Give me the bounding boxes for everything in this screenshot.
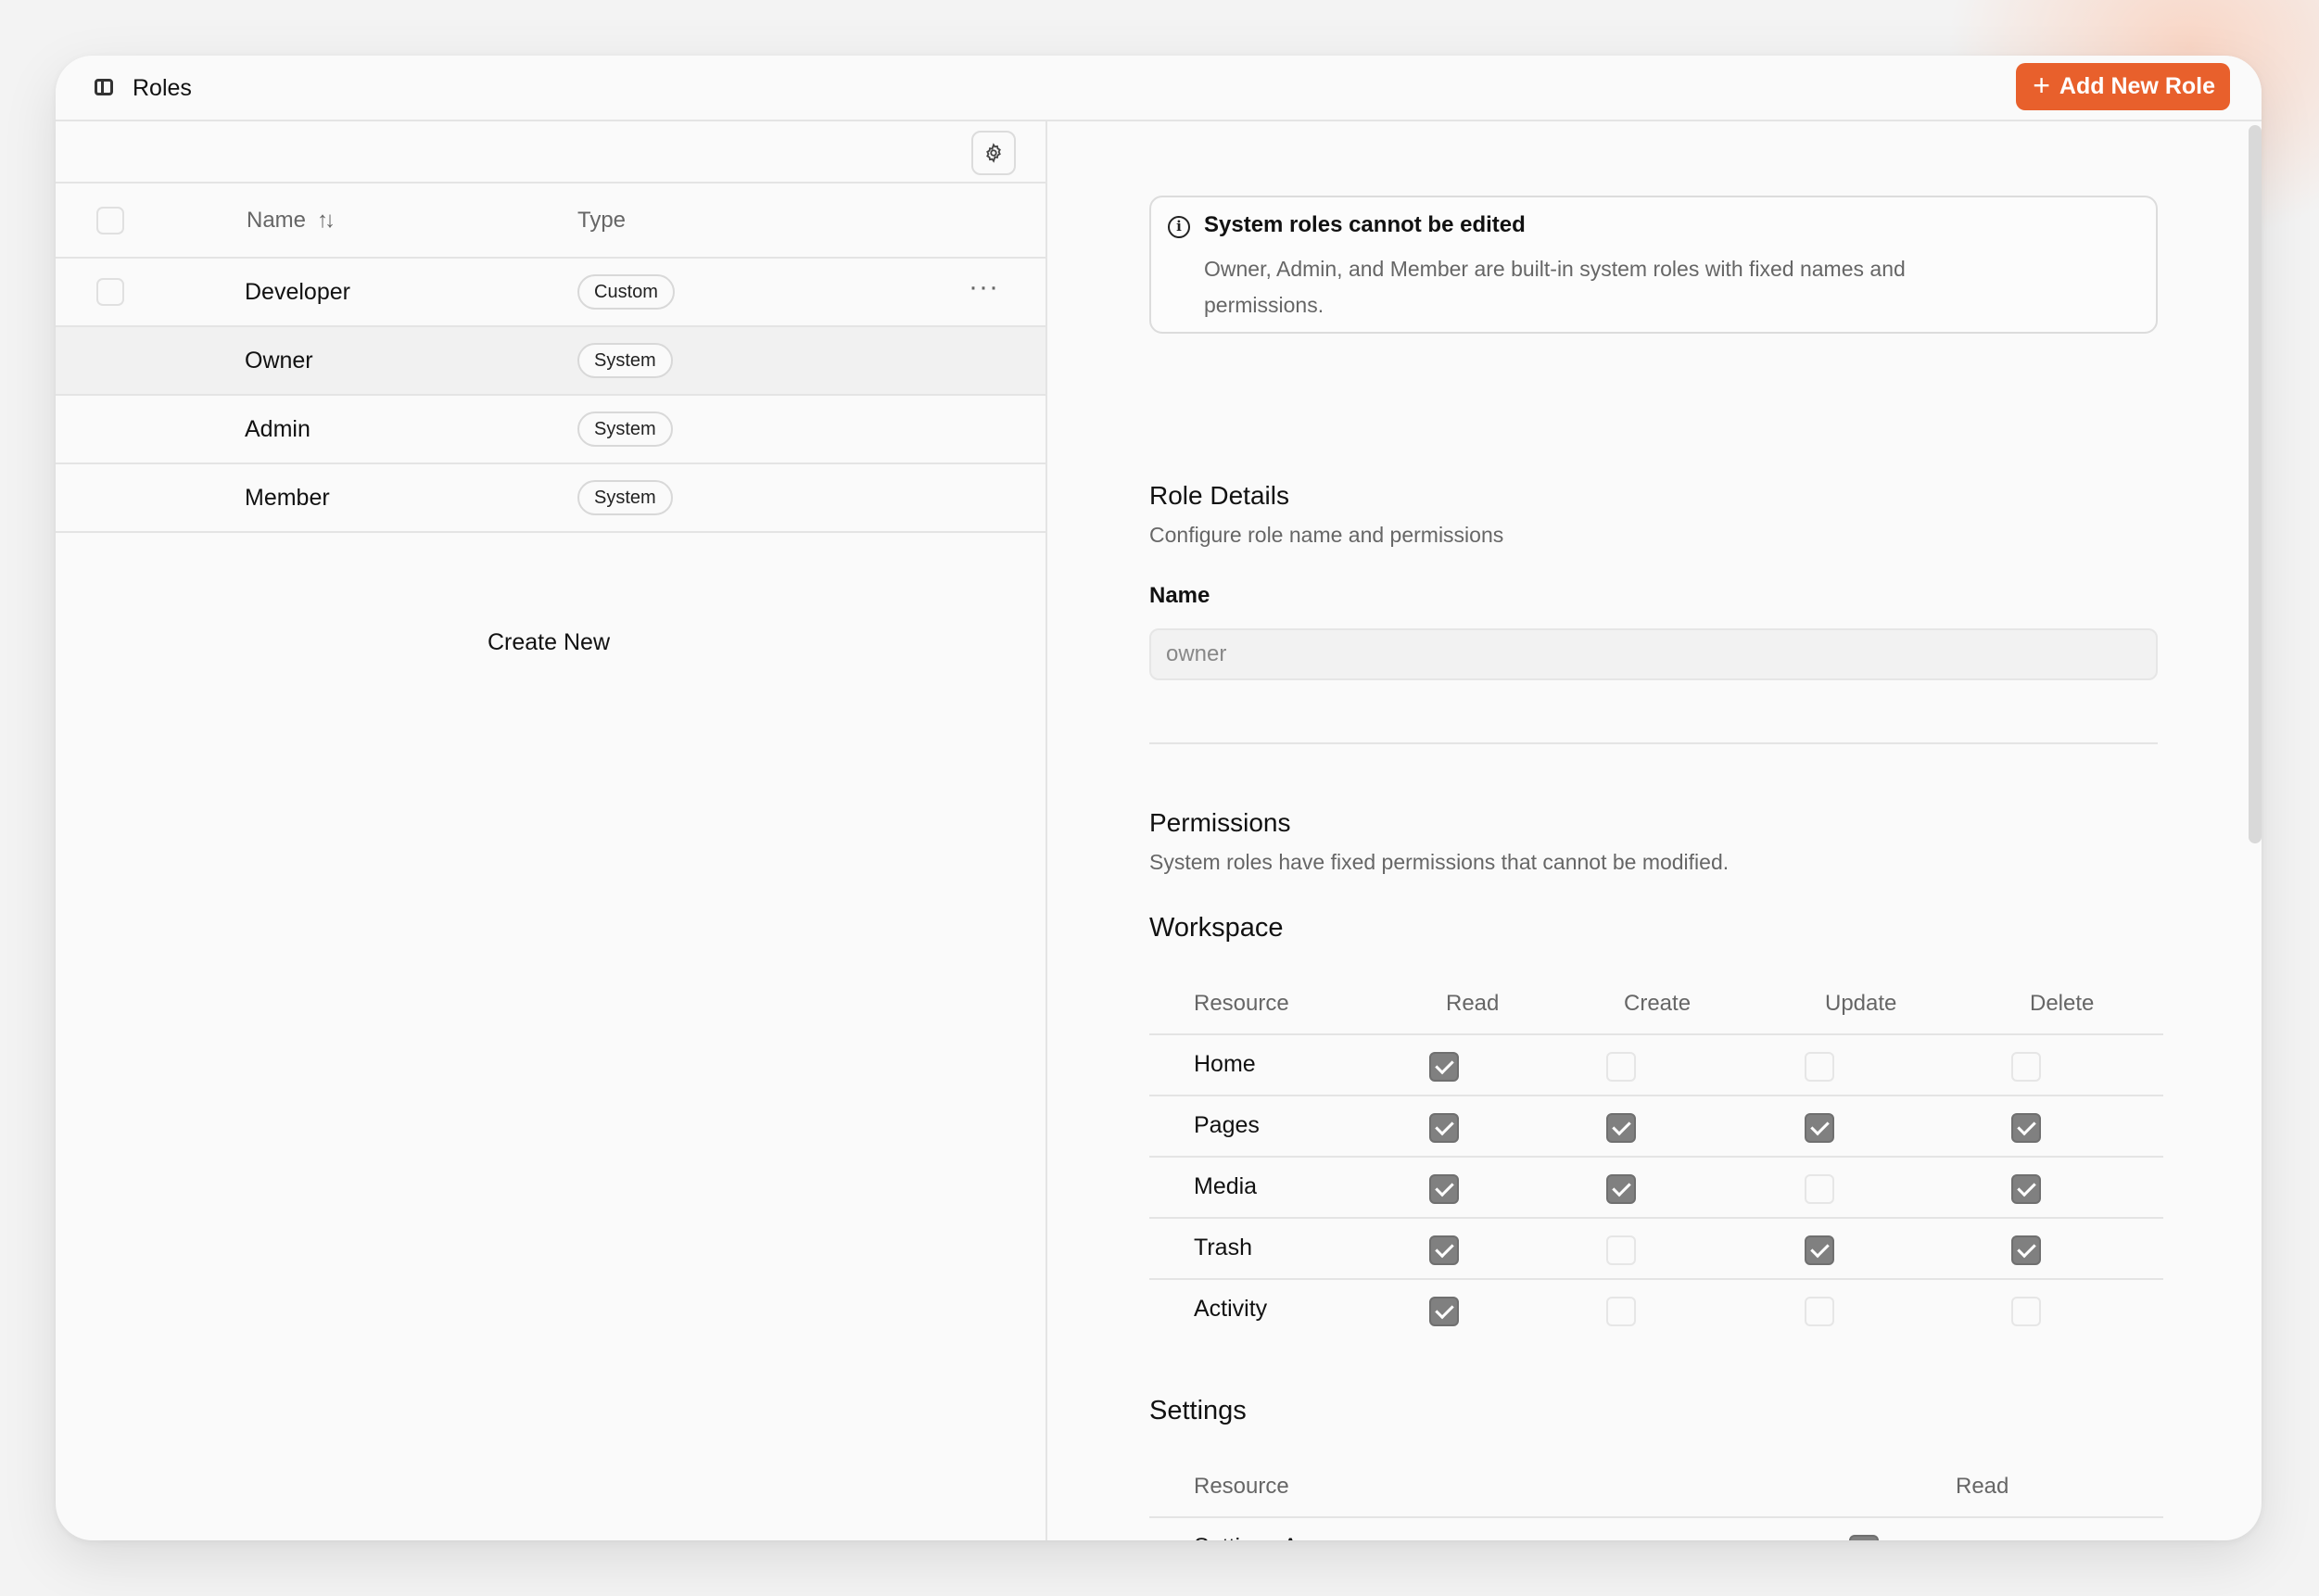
role-name: Owner bbox=[245, 348, 313, 374]
permission-checkbox-checked[interactable] bbox=[1849, 1535, 1879, 1540]
scrollbar[interactable] bbox=[2249, 125, 2262, 843]
name-column-label: Name bbox=[247, 208, 307, 233]
permission-row: Pages bbox=[1149, 1096, 2163, 1158]
permission-checkbox-checked[interactable] bbox=[2011, 1174, 2041, 1204]
app-window: Roles + Add New Role Name ↑↓ Type Develo… bbox=[56, 56, 2262, 1540]
plus-icon: + bbox=[2033, 69, 2050, 102]
section-divider bbox=[1149, 742, 2158, 744]
role-name: Developer bbox=[245, 279, 350, 305]
permission-resource-label: Trash bbox=[1194, 1235, 1252, 1260]
role-details-subtitle: Configure role name and permissions bbox=[1149, 523, 1504, 547]
alert-title: System roles cannot be edited bbox=[1204, 212, 1526, 237]
role-name: Admin bbox=[245, 416, 310, 442]
name-field-label: Name bbox=[1149, 583, 1210, 608]
permission-checkbox-unchecked[interactable] bbox=[1805, 1052, 1834, 1082]
role-name-input[interactable] bbox=[1149, 628, 2158, 680]
permission-checkbox-checked[interactable] bbox=[1606, 1174, 1636, 1204]
table-row[interactable]: Admin System bbox=[56, 396, 1045, 464]
permission-checkbox-checked[interactable] bbox=[1429, 1235, 1459, 1265]
role-detail-panel: i System roles cannot be edited Owner, A… bbox=[1047, 121, 2262, 1540]
permissions-subtitle: System roles have fixed permissions that… bbox=[1149, 850, 1730, 874]
permission-checkbox-checked[interactable] bbox=[1606, 1113, 1636, 1143]
add-new-role-label: Add New Role bbox=[2059, 73, 2215, 99]
permission-checkbox-checked[interactable] bbox=[2011, 1113, 2041, 1143]
permission-resource-label: Settings Access bbox=[1194, 1534, 1357, 1540]
permissions-table-header: Resource Read Create Update Delete bbox=[1149, 974, 2163, 1035]
permission-resource-label: Media bbox=[1194, 1173, 1258, 1199]
permission-resource-label: Activity bbox=[1194, 1296, 1268, 1322]
select-all-checkbox[interactable] bbox=[96, 207, 124, 234]
permission-checkbox-unchecked[interactable] bbox=[1606, 1297, 1636, 1326]
top-bar: Roles + Add New Role bbox=[56, 56, 2262, 121]
gear-icon bbox=[986, 143, 1001, 163]
type-column-header: Type bbox=[577, 208, 627, 233]
permission-checkbox-checked[interactable] bbox=[2011, 1235, 2041, 1265]
role-type-badge: System bbox=[577, 480, 673, 515]
roles-table-header: Name ↑↓ Type bbox=[56, 184, 1045, 259]
row-checkbox[interactable] bbox=[96, 278, 124, 306]
table-settings-button[interactable] bbox=[971, 131, 1016, 175]
role-details-title: Role Details bbox=[1149, 481, 1289, 510]
column-header-delete: Delete bbox=[2030, 991, 2095, 1016]
permission-row: Media bbox=[1149, 1158, 2163, 1219]
role-type-badge: System bbox=[577, 343, 673, 378]
permission-checkbox-unchecked[interactable] bbox=[2011, 1052, 2041, 1082]
permission-checkbox-checked[interactable] bbox=[1429, 1052, 1459, 1082]
column-header-create: Create bbox=[1624, 991, 1692, 1016]
permission-row: Activity bbox=[1149, 1280, 2163, 1341]
list-toolbar bbox=[56, 121, 1045, 184]
column-header-read: Read bbox=[1956, 1474, 2009, 1499]
permission-checkbox-checked[interactable] bbox=[1429, 1297, 1459, 1326]
settings-permissions-table: Resource Read Settings Access bbox=[1149, 1457, 2163, 1540]
permission-checkbox-checked[interactable] bbox=[1805, 1235, 1834, 1265]
create-new-button[interactable]: Create New bbox=[56, 629, 1042, 656]
table-row[interactable]: Member System bbox=[56, 464, 1045, 533]
role-type-badge: Custom bbox=[577, 274, 675, 310]
table-row[interactable]: Developer Custom ··· bbox=[56, 259, 1045, 327]
sort-icon[interactable]: ↑↓ bbox=[317, 208, 336, 234]
permission-checkbox-checked[interactable] bbox=[1429, 1174, 1459, 1204]
workspace-group-title: Workspace bbox=[1149, 913, 1284, 943]
permission-checkbox-checked[interactable] bbox=[1429, 1113, 1459, 1143]
add-new-role-button[interactable]: + Add New Role bbox=[2016, 63, 2230, 110]
permission-checkbox-checked[interactable] bbox=[1805, 1113, 1834, 1143]
settings-group-title: Settings bbox=[1149, 1396, 1247, 1425]
workspace-permissions-table: Resource Read Create Update Delete Home P… bbox=[1149, 974, 2163, 1341]
column-header-resource: Resource bbox=[1194, 1474, 1289, 1499]
permission-row: Settings Access bbox=[1149, 1518, 2163, 1540]
role-name: Member bbox=[245, 485, 330, 511]
column-header-resource: Resource bbox=[1194, 991, 1289, 1016]
name-column-header[interactable]: Name ↑↓ bbox=[247, 208, 336, 234]
roles-list-panel: Name ↑↓ Type Developer Custom ··· Owner … bbox=[56, 121, 1047, 1540]
role-type-badge: System bbox=[577, 412, 673, 447]
permission-row: Home bbox=[1149, 1035, 2163, 1096]
more-actions-icon[interactable]: ··· bbox=[969, 272, 999, 303]
permission-checkbox-unchecked[interactable] bbox=[1606, 1052, 1636, 1082]
permissions-title: Permissions bbox=[1149, 808, 1291, 837]
alert-description: Owner, Admin, and Member are built-in sy… bbox=[1204, 257, 1906, 317]
permission-checkbox-unchecked[interactable] bbox=[1805, 1174, 1834, 1204]
permission-checkbox-unchecked[interactable] bbox=[1805, 1297, 1834, 1326]
table-row[interactable]: Owner System bbox=[56, 327, 1045, 396]
permissions-table-header: Resource Read bbox=[1149, 1457, 2163, 1518]
column-header-read: Read bbox=[1446, 991, 1500, 1016]
permission-checkbox-unchecked[interactable] bbox=[2011, 1297, 2041, 1326]
sidebar-toggle-icon[interactable] bbox=[95, 79, 113, 95]
page-title: Roles bbox=[133, 75, 192, 101]
system-role-alert: i System roles cannot be edited Owner, A… bbox=[1149, 196, 2158, 334]
permission-resource-label: Pages bbox=[1194, 1112, 1260, 1138]
info-icon: i bbox=[1168, 216, 1190, 238]
permission-resource-label: Home bbox=[1194, 1051, 1256, 1077]
permission-checkbox-unchecked[interactable] bbox=[1606, 1235, 1636, 1265]
permission-row: Trash bbox=[1149, 1219, 2163, 1280]
column-header-update: Update bbox=[1825, 991, 1897, 1016]
